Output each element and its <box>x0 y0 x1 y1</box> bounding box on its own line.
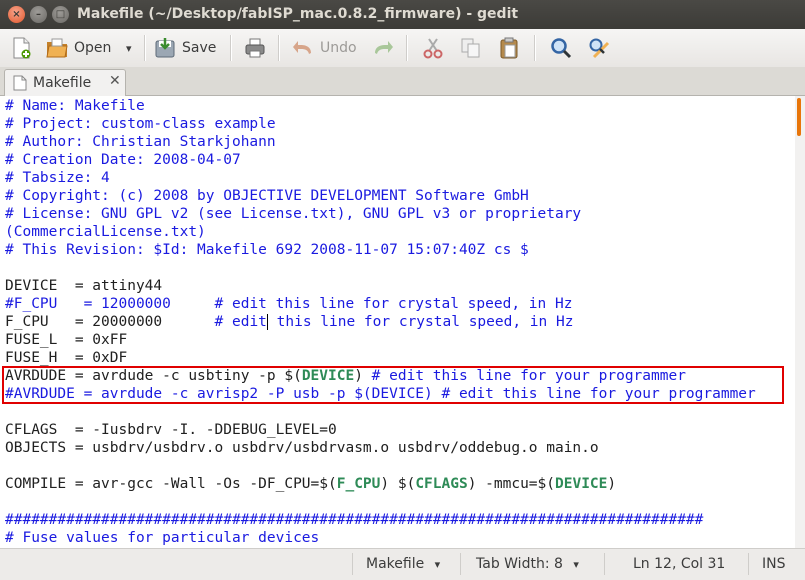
toolbar-separator <box>230 35 232 61</box>
code-variable: DEVICE <box>555 476 608 492</box>
code-line: # Tabsize: 4 <box>5 170 110 186</box>
code-text: #F_CPU = 12000000 <box>5 296 171 312</box>
new-document-button[interactable] <box>10 33 32 63</box>
highlight-box <box>2 366 784 404</box>
code-comment: # edit <box>162 314 267 330</box>
code-comment: # edit this line for crystal speed, in H… <box>170 296 573 312</box>
save-label: Save <box>182 40 217 56</box>
cut-button[interactable] <box>422 33 444 63</box>
code-text: F_CPU = 20000000 <box>5 314 163 330</box>
scissors-icon <box>422 37 444 59</box>
find-replace-button[interactable] <box>588 33 610 63</box>
code-line: # License: GNU GPL v2 (see License.txt),… <box>5 206 582 222</box>
scrollbar-thumb[interactable] <box>797 98 801 136</box>
code-text: ) $( <box>380 476 416 492</box>
code-line: #F_CPU = 12000000 # edit this line for c… <box>5 295 756 313</box>
code-text: COMPILE = avr-gcc -Wall -Os -DF_CPU=$( <box>5 476 337 492</box>
chevron-down-icon: ▾ <box>573 558 579 571</box>
chevron-down-icon: ▾ <box>434 558 441 571</box>
code-variable: F_CPU <box>336 476 381 492</box>
tab-makefile[interactable]: Makefile ✕ <box>4 69 126 96</box>
toolbar: Open ▾ Save Undo <box>0 29 805 67</box>
code-line: # Author: Christian Starkjohann <box>5 134 276 150</box>
code-line: # Fuse values for particular devices <box>5 530 320 546</box>
copy-button[interactable] <box>460 33 482 63</box>
window-title: Makefile (~/Desktop/fabISP_mac.0.8.2_fir… <box>77 6 519 22</box>
code-line: COMPILE = avr-gcc -Wall -Os -DF_CPU=$(F_… <box>5 475 756 493</box>
open-folder-icon <box>46 37 68 59</box>
toolbar-separator <box>144 35 146 61</box>
new-document-icon <box>10 37 32 59</box>
toolbar-separator <box>406 35 408 61</box>
redo-button[interactable] <box>372 33 394 63</box>
printer-icon <box>244 37 266 59</box>
open-button[interactable]: Open <box>46 33 111 63</box>
status-bar: Makefile ▾ Tab Width: 8 ▾ Ln 12, Col 31 … <box>0 548 805 580</box>
code-line: # Copyright: (c) 2008 by OBJECTIVE DEVEL… <box>5 188 529 204</box>
code-text: ) <box>607 476 617 492</box>
find-replace-icon <box>588 37 610 59</box>
status-separator <box>352 553 353 575</box>
status-separator <box>748 553 749 575</box>
code-text: ) -mmcu=$( <box>467 476 556 492</box>
redo-icon <box>372 37 394 59</box>
code-line: FUSE_H = 0xDF <box>5 350 128 366</box>
code-line: DEVICE = attiny44 <box>5 278 163 294</box>
cursor-position: Ln 12, Col 31 <box>633 556 726 572</box>
undo-icon <box>292 37 314 59</box>
vertical-scrollbar[interactable] <box>795 96 805 548</box>
open-label: Open <box>74 40 112 56</box>
toolbar-separator <box>278 35 280 61</box>
code-line: OBJECTS = usbdrv/usbdrv.o usbdrv/usbdrva… <box>5 440 599 456</box>
paste-button[interactable] <box>498 33 520 63</box>
code-line: (CommercialLicense.txt) <box>5 224 206 240</box>
save-icon <box>154 37 176 59</box>
search-icon <box>550 37 572 59</box>
code-line: # This Revision: $Id: Makefile 692 2008-… <box>5 242 529 258</box>
code-line: # Project: custom-class example <box>5 116 276 132</box>
paste-icon <box>498 37 520 59</box>
print-button[interactable] <box>244 33 266 63</box>
code-line: ########################################… <box>5 512 704 528</box>
maximize-window-button[interactable]: □ <box>52 6 69 23</box>
insert-mode: INS <box>762 556 786 572</box>
document-icon <box>13 75 27 95</box>
close-window-button[interactable]: × <box>8 6 25 23</box>
undo-button[interactable]: Undo <box>292 33 357 63</box>
text-editor[interactable]: # Name: Makefile # Project: custom-class … <box>0 96 795 548</box>
text-cursor: this line for crystal speed, in Hz <box>266 314 574 330</box>
code-line: F_CPU = 20000000 # edit this line for cr… <box>5 313 756 331</box>
tab-bar: Makefile ✕ <box>0 67 805 96</box>
code-view: # Name: Makefile # Project: custom-class … <box>5 97 756 547</box>
code-line: FUSE_L = 0xFF <box>5 332 128 348</box>
find-button[interactable] <box>550 33 572 63</box>
title-bar: × – □ Makefile (~/Desktop/fabISP_mac.0.8… <box>0 0 805 29</box>
code-line: # Name: Makefile <box>5 98 145 114</box>
code-line: # Creation Date: 2008-04-07 <box>5 152 241 168</box>
tab-width-selector[interactable]: Tab Width: 8 ▾ <box>476 556 579 572</box>
open-recent-dropdown[interactable]: ▾ <box>126 33 132 63</box>
tab-width-label: Tab Width: 8 <box>476 556 563 572</box>
status-separator <box>604 553 605 575</box>
chevron-down-icon: ▾ <box>126 41 132 55</box>
code-line: CFLAGS = -Iusbdrv -I. -DDEBUG_LEVEL=0 <box>5 422 337 438</box>
code-variable: CFLAGS <box>415 476 468 492</box>
language-selector[interactable]: Makefile ▾ <box>366 556 440 572</box>
tab-label: Makefile <box>33 75 92 91</box>
status-separator <box>460 553 461 575</box>
close-tab-icon[interactable]: ✕ <box>109 73 121 89</box>
minimize-window-button[interactable]: – <box>30 6 47 23</box>
undo-label: Undo <box>320 40 357 56</box>
save-button[interactable]: Save <box>154 33 216 63</box>
language-label: Makefile <box>366 556 425 572</box>
toolbar-separator <box>534 35 536 61</box>
copy-icon <box>460 37 482 59</box>
